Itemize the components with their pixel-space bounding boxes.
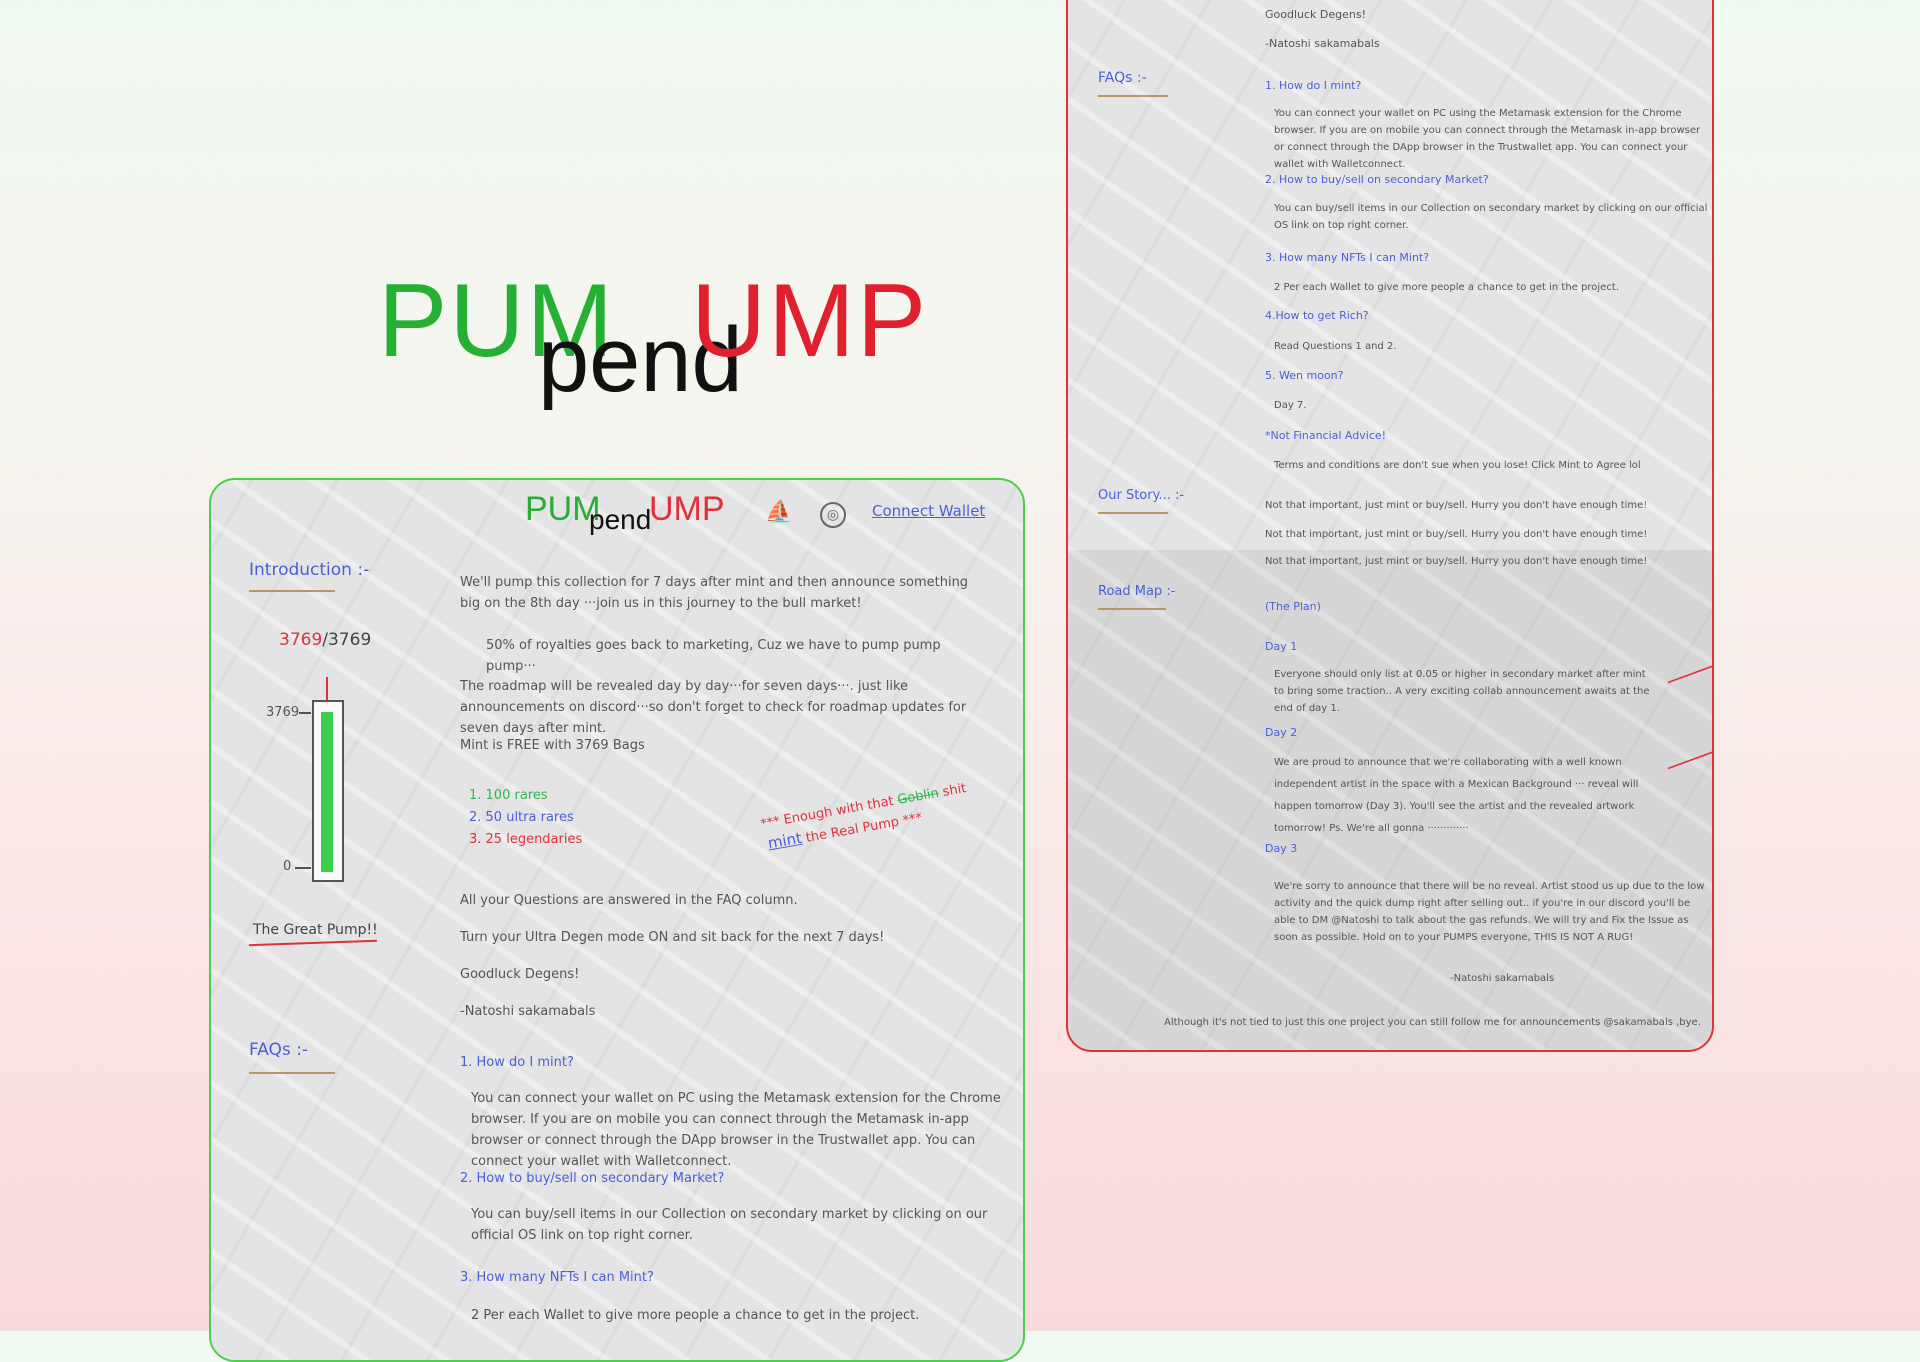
faq-question-3[interactable]: 3. How many NFTs I can Mint?	[460, 1267, 654, 1288]
right-goodluck: Goodluck Degens!	[1265, 8, 1367, 21]
road-map-plan: (The Plan)	[1265, 600, 1321, 613]
introduction-heading: Introduction :-	[249, 560, 370, 580]
road-map-day-3-text: We're sorry to announce that there will …	[1274, 881, 1705, 943]
footer-note: Although it's not tied to just this one …	[1164, 1017, 1701, 1028]
rarity-item-3: 3. 25 legendaries	[469, 832, 583, 847]
right-faq-question-3[interactable]: 3. How many NFTs I can Mint?	[1265, 250, 1429, 266]
mint-progress-fill	[321, 712, 333, 872]
connect-wallet-button[interactable]: Connect Wallet	[872, 502, 985, 520]
site-logo-pend: pend	[589, 504, 652, 535]
right-faqs-heading: FAQs :-	[1098, 70, 1147, 86]
gauge-top-tick	[299, 712, 311, 714]
road-map-day-2-text: We are proud to announce that we're coll…	[1274, 757, 1639, 834]
story-line-3-mark: !	[1643, 556, 1648, 567]
minted-count: 3769	[279, 630, 323, 650]
gauge-bottom-label: 0	[283, 859, 292, 874]
right-faq-answer-3: 2 Per each Wallet to give more people a …	[1274, 282, 1619, 293]
great-pump-caption: The Great Pump!!	[253, 922, 378, 938]
site-preview-bottom: Goodluck Degens! -Natoshi sakamabals FAQ…	[1066, 0, 1714, 1052]
hero-logo: PUM pend UMP	[378, 262, 926, 412]
faq-answer-2: You can buy/sell items in our Collection…	[471, 1207, 988, 1243]
intro-paragraph-7: Goodluck Degens!	[460, 967, 580, 982]
story-line-1: Not that important, just mint or buy/sel…	[1265, 497, 1647, 514]
road-map-day-3: Day 3	[1265, 842, 1298, 855]
right-signature: -Natoshi sakamabals	[1265, 37, 1380, 50]
rarity-item-1: 1. 100 rares	[469, 788, 548, 803]
faq-answer-3: 2 Per each Wallet to give more people a …	[471, 1308, 920, 1323]
intro-paragraph-5: All your Questions are answered in the F…	[460, 893, 798, 908]
our-story-underline	[1098, 512, 1168, 514]
site-logo-ump: UMP	[649, 490, 725, 528]
intro-paragraph-1: We'll pump this collection for 7 days af…	[460, 575, 969, 611]
road-map-day-1-text: Everyone should only list at 0.05 or hig…	[1274, 669, 1650, 714]
road-map-underline	[1098, 608, 1166, 610]
coin-icon[interactable]: ◎	[820, 502, 846, 528]
site-preview-top: PUM pend UMP ⛵ ◎ Connect Wallet Introduc…	[209, 478, 1025, 1362]
scribble-note-1-end: shit	[937, 780, 968, 801]
faqs-heading: FAQs :-	[249, 1040, 309, 1060]
intro-paragraph-6: Turn your Ultra Degen mode ON and sit ba…	[460, 930, 885, 945]
road-map-day-2: Day 2	[1265, 726, 1298, 739]
site-logo[interactable]: PUM pend UMP	[525, 490, 725, 540]
scribble-mint-link[interactable]: mint	[766, 829, 803, 853]
faq-answer-1: You can connect your wallet on PC using …	[471, 1091, 1001, 1169]
right-faq-answer-5: Day 7.	[1274, 400, 1307, 411]
story-line-3: Not that important, just mint or buy/sel…	[1265, 553, 1647, 570]
story-line-2-text: Not that important, just mint or buy/sel…	[1265, 529, 1644, 540]
road-map-day-1: Day 1	[1265, 640, 1298, 653]
right-faq-answer-1: You can connect your wallet on PC using …	[1274, 108, 1701, 170]
gauge-top-label: 3769	[266, 705, 300, 720]
intro-paragraph-4: Mint is FREE with 3769 Bags	[460, 738, 645, 753]
right-faq-answer-6: Terms and conditions are don't sue when …	[1274, 460, 1641, 471]
rarity-item-2: 2. 50 ultra rares	[469, 810, 574, 825]
faq-question-2[interactable]: 2. How to buy/sell on secondary Market?	[460, 1168, 724, 1189]
opensea-boat-icon[interactable]: ⛵	[765, 502, 792, 524]
right-faq-question-1[interactable]: 1. How do I mint?	[1265, 78, 1361, 94]
story-line-2-mark: !	[1643, 529, 1648, 540]
right-faq-question-4[interactable]: 4.How to get Rich?	[1265, 308, 1369, 324]
story-line-3-text: Not that important, just mint or buy/sel…	[1265, 556, 1644, 567]
scribble-note-1-struck: Goblin	[896, 785, 941, 808]
intro-signature: -Natoshi sakamabals	[460, 1004, 596, 1019]
right-faqs-underline	[1098, 95, 1168, 97]
intro-paragraph-3: The roadmap will be revealed day by day·…	[460, 679, 967, 736]
right-faq-question-6[interactable]: *Not Financial Advice!	[1265, 428, 1386, 444]
total-supply: /3769	[322, 630, 372, 650]
right-faq-question-5[interactable]: 5. Wen moon?	[1265, 368, 1343, 384]
right-faq-answer-2: You can buy/sell items in our Collection…	[1274, 203, 1708, 231]
road-map-signature: -Natoshi sakamabals	[1450, 973, 1555, 984]
right-faq-answer-4: Read Questions 1 and 2.	[1274, 341, 1397, 352]
right-faq-question-2[interactable]: 2. How to buy/sell on secondary Market?	[1265, 172, 1489, 188]
intro-paragraph-2: 50% of royalties goes back to marketing,…	[486, 638, 941, 674]
mint-counter: 3769/3769	[279, 630, 371, 650]
faqs-underline	[249, 1072, 335, 1074]
hero-logo-ump: UMP	[691, 263, 929, 379]
faq-question-1[interactable]: 1. How do I mint?	[460, 1052, 574, 1073]
gauge-bottom-tick	[295, 867, 311, 869]
road-map-heading: Road Map :-	[1098, 584, 1176, 599]
story-line-1-mark: !	[1643, 500, 1648, 511]
gauge-wick	[326, 677, 328, 701]
story-line-1-text: Not that important, just mint or buy/sel…	[1265, 500, 1644, 511]
mint-progress-gauge	[312, 700, 344, 882]
story-line-2: Not that important, just mint or buy/sel…	[1265, 526, 1647, 543]
our-story-heading: Our Story... :-	[1098, 488, 1185, 503]
introduction-underline	[249, 590, 335, 592]
